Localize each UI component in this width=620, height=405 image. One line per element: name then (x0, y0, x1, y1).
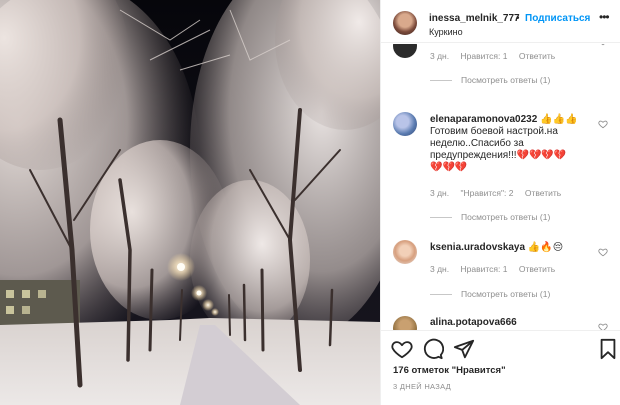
author-avatar[interactable] (393, 11, 417, 35)
snowy-alley-image (0, 0, 380, 405)
reply-button[interactable]: Ответить (519, 264, 555, 274)
replies-line (430, 294, 452, 296)
like-comment-icon[interactable] (598, 119, 608, 129)
view-replies-button[interactable]: Посмотреть ответы (1) (430, 212, 550, 222)
header-separator: • (516, 13, 520, 24)
more-options-icon[interactable]: ••• (599, 10, 610, 24)
comment-line: неделю..Спасибо за (430, 138, 524, 149)
comments-list[interactable]: 3 дн. Нравится: 1 Ответить Посмотреть от… (381, 44, 620, 330)
post-header: inessa_melnik_777 • Подписаться Куркино … (381, 0, 620, 43)
reply-button[interactable]: Ответить (525, 188, 561, 198)
commenter-avatar[interactable] (393, 316, 417, 330)
comment-meta: 3 дн. Нравится: 1 Ответить (430, 51, 564, 61)
comment-meta: 3 дн. "Нравится": 2 Ответить (430, 188, 570, 198)
comment-emoji: 👍👍👍 (540, 114, 578, 125)
share-icon[interactable] (453, 338, 475, 360)
view-replies-button[interactable]: Посмотреть ответы (1) (430, 289, 550, 299)
comment-likes[interactable]: "Нравится": 2 (460, 188, 513, 198)
like-comment-icon[interactable] (598, 44, 608, 46)
commenter-avatar[interactable] (393, 112, 417, 136)
view-replies-label: Посмотреть ответы (1) (461, 289, 551, 299)
replies-line (430, 217, 452, 219)
comment-time: 3 дн. (430, 51, 450, 61)
commenter-username[interactable]: alina.potapova666 (430, 317, 517, 328)
view-replies-label: Посмотреть ответы (1) (461, 212, 551, 222)
post-actions-section: 176 отметок "Нравится" 3 ДНЕЙ НАЗАД (381, 330, 620, 405)
commenter-avatar[interactable] (393, 44, 417, 58)
comment-text: ksenia.uradovskaya 👍🔥😔 (430, 242, 595, 254)
comment-line: предупреждения!!!💔💔💔💔 (430, 150, 567, 161)
like-comment-icon[interactable] (598, 247, 608, 257)
comment-likes[interactable]: Нравится: 1 (460, 264, 507, 274)
view-replies-button[interactable]: Посмотреть ответы (1) (430, 75, 550, 85)
author-username[interactable]: inessa_melnik_777 (429, 13, 520, 24)
comment-text: alina.potapova666 (430, 317, 595, 329)
commenter-avatar[interactable] (393, 240, 417, 264)
comment-meta: 3 дн. Нравится: 1 Ответить (430, 264, 564, 274)
comment-line: 💔💔💔 (430, 162, 468, 173)
reply-button[interactable]: Ответить (519, 51, 555, 61)
comment-time: 3 дн. (430, 188, 450, 198)
follow-button[interactable]: Подписаться (525, 13, 590, 24)
bookmark-icon[interactable] (597, 338, 619, 360)
like-comment-icon[interactable] (598, 322, 608, 330)
heart-icon[interactable] (391, 338, 413, 360)
comment-emoji: 👍🔥😔 (527, 242, 564, 253)
post-date[interactable]: 3 ДНЕЙ НАЗАД (393, 382, 451, 391)
post-side-panel: inessa_melnik_777 • Подписаться Куркино … (380, 0, 620, 405)
view-replies-label: Посмотреть ответы (1) (461, 75, 551, 85)
replies-line (430, 80, 452, 82)
action-bar (391, 338, 616, 360)
comment-line: Готовим боевой настрой.на (430, 126, 558, 137)
comment-likes[interactable]: Нравится: 1 (460, 51, 507, 61)
comment-text: elenaparamonova0232 👍👍👍 Готовим боевой н… (430, 114, 595, 174)
location-link[interactable]: Куркино (429, 27, 463, 37)
comment-icon[interactable] (422, 338, 444, 360)
comment-time: 3 дн. (430, 264, 450, 274)
commenter-username[interactable]: elenaparamonova0232 (430, 114, 537, 125)
likes-count[interactable]: 176 отметок "Нравится" (393, 365, 506, 376)
commenter-username[interactable]: ksenia.uradovskaya (430, 242, 525, 253)
post-photo[interactable] (0, 0, 380, 405)
